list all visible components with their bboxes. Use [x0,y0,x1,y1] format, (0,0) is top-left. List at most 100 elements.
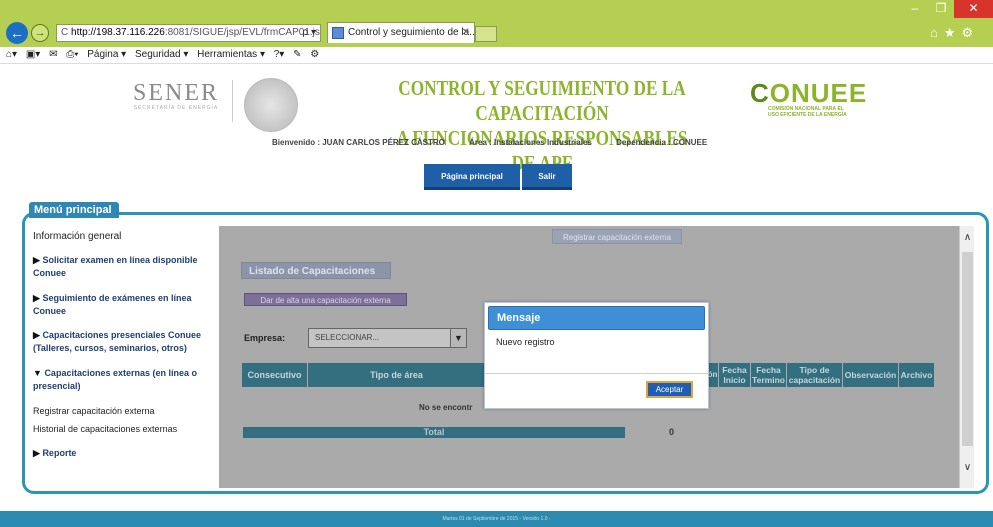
conuee-logo-text: ONUEE [769,78,868,108]
sidebar-item-external-training[interactable]: ▼ Capacitaciones externas (en línea o pr… [33,367,218,393]
browser-tab[interactable]: Control y seguimiento de la... ✕ [327,22,475,43]
reload-icon[interactable]: C [61,27,68,38]
mexico-seal-icon [244,78,298,132]
sidebar-item-label: Capacitaciones presenciales Conuee [42,330,202,340]
triangle-right-icon: ▶ [33,330,40,340]
no-records-text: No se encontr [419,403,473,412]
mail-icon[interactable]: ✉ [49,49,57,60]
sidebar-item-exam-tracking[interactable]: ▶ Seguimiento de exámenes en línea Conue… [33,292,218,318]
company-select[interactable]: SELECCIONAR... ▼ [308,328,467,348]
column-header-observacion: Observación [843,363,899,387]
close-window-button[interactable]: ✕ [954,0,993,18]
column-header-text: capacitación [788,375,841,385]
cmd-pagina[interactable]: Página ▾ [87,49,126,60]
maximize-button[interactable]: ❐ [928,0,954,18]
sidebar-item-label: presencial) [33,381,81,391]
training-list-title: Listado de Capacitaciones [241,262,391,279]
dialog-message: Nuevo registro [496,337,555,347]
footer-text: Martes 01 de Septiembre de 2015 - Versió… [442,516,551,522]
triangle-right-icon: ▶ [33,293,40,303]
tab-close-icon[interactable]: ✕ [462,23,470,43]
sener-logo: SENER SECRETARÍA DE ENERGÍA [130,80,222,111]
address-bar[interactable]: C http://198.37.116.226:8081/SIGUE/jsp/E… [56,24,321,42]
total-value: 0 [669,427,675,437]
new-tab-button[interactable] [475,26,497,42]
dependencia-text: Dependencia : CONUEE [616,138,708,147]
main-menu-title: Menú principal [29,202,119,218]
footer: Martes 01 de Septiembre de 2015 - Versió… [0,511,993,527]
scroll-down-icon[interactable]: ∨ [962,462,973,473]
user-info: Bienvenido : JUAN CARLOS PÉREZ CASTRO Ár… [272,138,722,147]
home-star-gear-icons[interactable]: ⌂★⚙ [930,25,979,41]
triangle-right-icon: ▶ [33,448,40,458]
home-icon[interactable]: ⌂▾ [6,49,17,60]
sidebar-item-request-exam[interactable]: ▶ Solicitar examen en línea disponible C… [33,254,218,280]
minimize-button[interactable]: – [902,0,928,18]
sidebar-item-label: Solicitar examen en línea disponible [42,255,198,265]
dialog-title: Mensaje [488,306,705,330]
print-icon[interactable]: ⎙▾ [66,49,78,60]
sener-logo-subtitle: SECRETARÍA DE ENERGÍA [133,105,219,111]
total-label: Total [243,427,625,438]
sidebar-subitem-history[interactable]: Historial de capacitaciones externas [33,423,218,436]
page-title-line1: CONTROL Y SEGUIMIENTO DE LA CAPACITACIÓN [398,76,686,125]
company-label: Empresa: [244,333,286,343]
tab-favicon-icon [332,27,344,39]
content-scrollbar[interactable]: ∧ ∨ [959,226,974,488]
help-icon[interactable]: ?▾ [274,49,285,60]
scroll-up-icon[interactable]: ∧ [962,232,973,243]
cmd-seguridad[interactable]: Seguridad ▾ [135,49,188,60]
url-path: :8081/SIGUE/jsp/EVL/frmCAP01.js [164,27,320,38]
dialog-divider [485,373,708,374]
blog-icon[interactable]: ✎ [293,49,301,60]
home-page-button[interactable]: Página principal [424,164,520,190]
column-header-fecha-inicio: Fecha Inicio [719,363,751,387]
feeds-icon[interactable]: ▣▾ [26,49,40,60]
sidebar-subitem-register[interactable]: Registrar capacitación externa [33,405,218,418]
sidebar-item-label: Conuee [33,268,67,278]
accept-button[interactable]: Aceptar [646,381,693,398]
column-header-tipo-capacitacion: Tipo de capacitación [787,363,843,387]
sidebar-item-onsite-training[interactable]: ▶ Capacitaciones presenciales Conuee (Ta… [33,329,218,355]
gear-icon[interactable]: ⚙ [310,49,319,60]
column-header-text: Fecha [722,365,747,375]
column-header-fecha-termino: Fecha Termino [751,363,787,387]
sener-logo-text: SENER [132,80,219,106]
add-external-training-button[interactable]: Dar de alta una capacitación externa [244,293,407,306]
scrollbar-thumb[interactable] [962,252,973,446]
search-icon[interactable]: ρ ▾ [303,25,317,41]
sidebar-item-label: Reporte [42,448,77,458]
sidebar-item-report[interactable]: ▶ Reporte [33,447,218,460]
url-host: http://198.37.116.226 [71,27,165,38]
sidebar-item-label: Seguimiento de exámenes en línea [42,293,192,303]
command-bar: ⌂▾ ▣▾ ✉ ⎙▾ Página ▾ Seguridad ▾ Herramie… [0,47,993,64]
column-header-archivo: Archivo [899,363,935,387]
cmd-herramientas[interactable]: Herramientas ▾ [197,49,265,60]
exit-button[interactable]: Salir [522,164,572,190]
chevron-down-icon[interactable]: ▼ [450,329,466,347]
sidebar-item-label: (Talleres, cursos, seminarios, otros) [33,343,187,353]
back-icon[interactable]: ← [6,22,28,44]
sidebar-item-label: Conuee [33,306,67,316]
forward-icon[interactable]: → [31,24,49,42]
sidebar-item-label: Capacitaciones externas (en línea o [44,368,197,378]
conuee-subtitle-2: USO EFICIENTE DE LA ENERGÍA [768,112,847,118]
message-dialog: Mensaje Nuevo registro Aceptar [484,302,709,409]
conuee-logo-c: C [750,78,770,108]
triangle-right-icon: ▶ [33,255,40,265]
logo-divider [232,80,233,122]
column-header-text: Fecha [756,365,781,375]
sidebar-item-info[interactable]: Información general [33,230,218,243]
page-title: CONTROL Y SEGUIMIENTO DE LA CAPACITACIÓN… [386,76,698,176]
company-select-value: SELECCIONAR... [315,333,380,342]
triangle-down-icon: ▼ [33,368,42,378]
conuee-logo: CONUEE COMISIÓN NACIONAL PARA EL USO EFI… [750,80,875,118]
browser-titlebar: – ❐ ✕ ← → C http://198.37.116.226:8081/S… [0,0,993,47]
area-text: Área : Instalaciones Industriales [469,138,592,147]
column-header-text: Tipo de [799,365,830,375]
column-header-tipo-area: Tipo de área [308,363,486,387]
welcome-text: Bienvenido : JUAN CARLOS PÉREZ CASTRO [272,138,445,147]
register-external-training-button[interactable]: Registrar capacitación externa [552,229,682,244]
column-header-text: Termino [752,375,785,385]
tab-title: Control y seguimiento de la... [348,27,475,38]
